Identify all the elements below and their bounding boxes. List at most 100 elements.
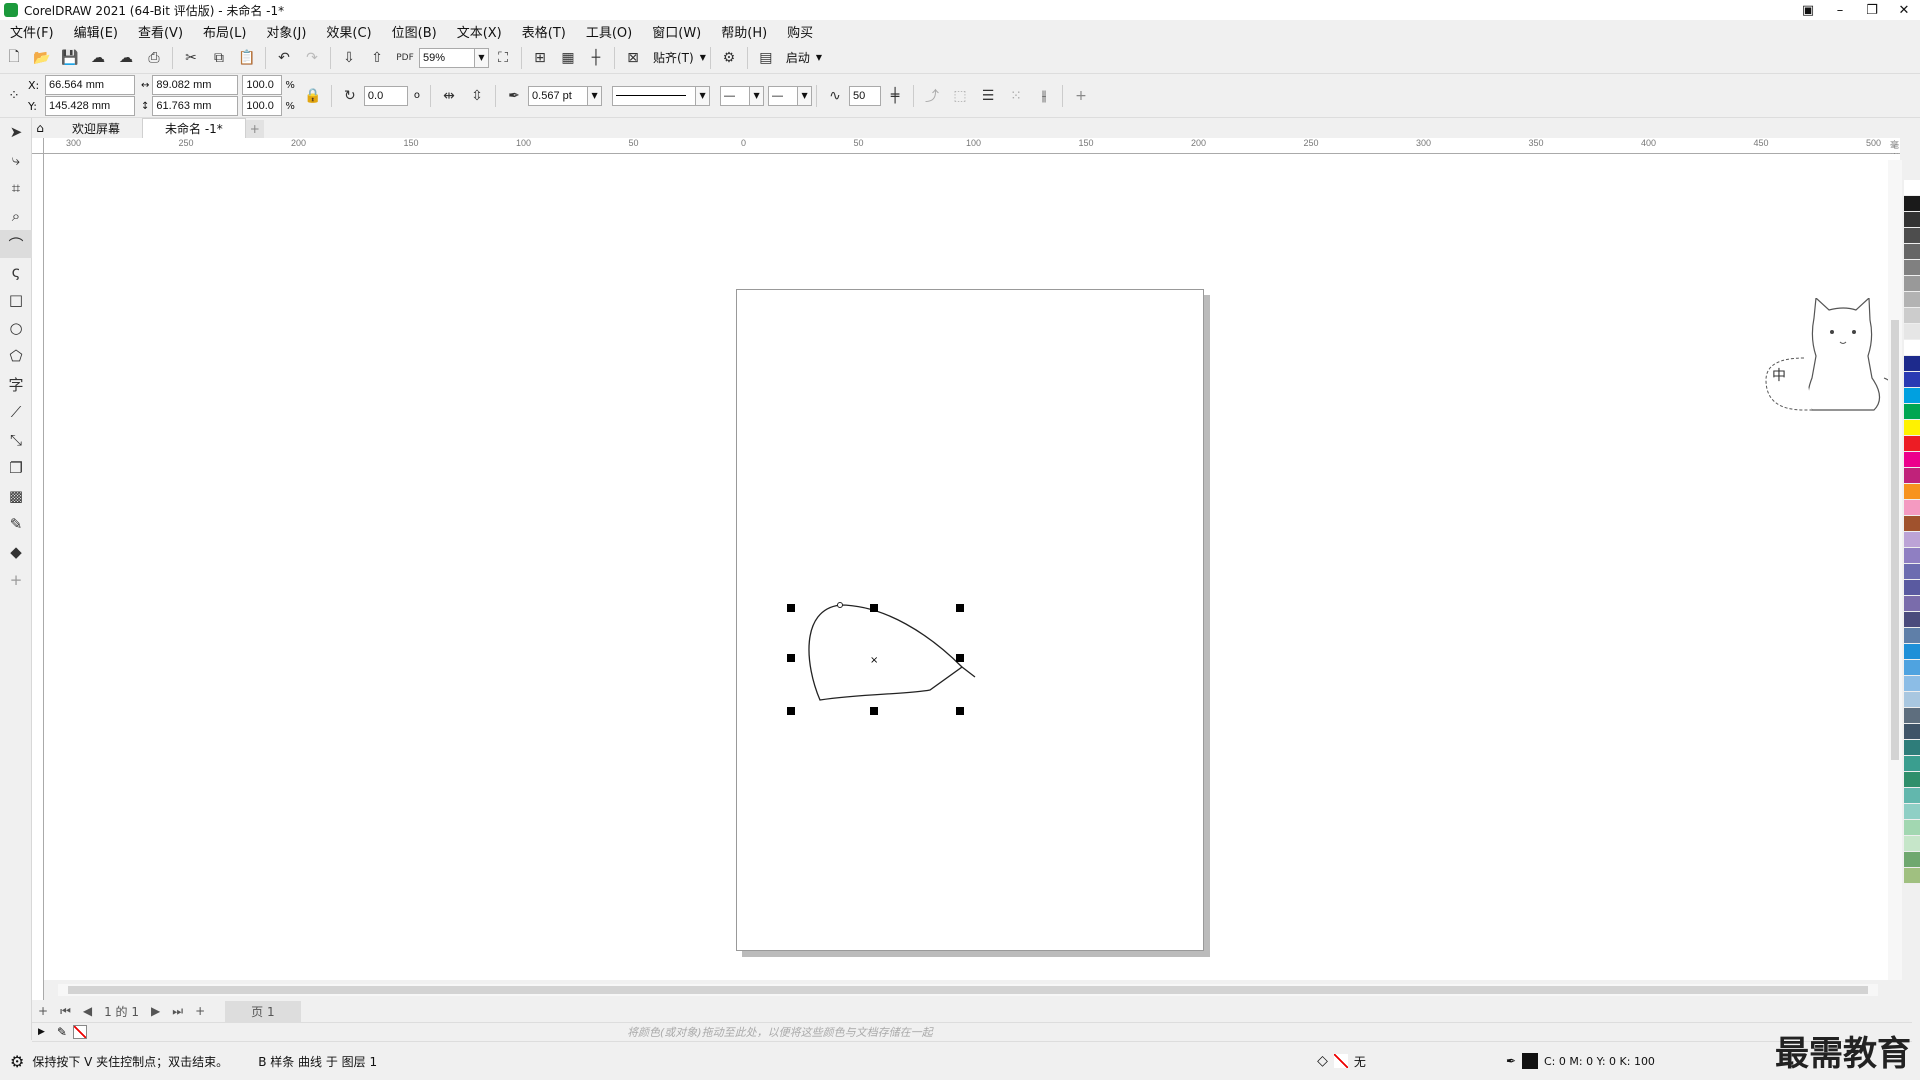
wrap-text-icon[interactable]: ☰ — [977, 85, 999, 107]
eyedropper-icon[interactable]: ✎ — [0, 510, 32, 538]
snap-to-menu[interactable]: 贴齐(T) — [653, 49, 694, 66]
menu-table[interactable]: 表格(T) — [512, 22, 576, 41]
color-swatch[interactable] — [1904, 692, 1920, 708]
color-swatch[interactable] — [1904, 708, 1920, 724]
color-swatch[interactable] — [1904, 612, 1920, 628]
copy-icon[interactable]: ⧉ — [208, 47, 230, 69]
color-swatch[interactable] — [1904, 292, 1920, 308]
tab-welcome[interactable]: 欢迎屏幕 — [50, 118, 142, 138]
import-icon[interactable]: ⇩ — [338, 47, 360, 69]
color-swatch[interactable] — [1904, 468, 1920, 484]
color-swatch[interactable] — [1904, 308, 1920, 324]
new-document-icon[interactable]: 🗋 — [3, 47, 25, 69]
next-page-icon[interactable]: ▶ — [151, 1004, 160, 1018]
line-style-select[interactable] — [612, 85, 697, 106]
menu-edit[interactable]: 编辑(E) — [64, 22, 128, 41]
color-swatch[interactable] — [1904, 244, 1920, 260]
undo-icon[interactable]: ↶ — [273, 47, 295, 69]
clamp-icon[interactable]: ⬚ — [949, 85, 971, 107]
menu-file[interactable]: 文件(F) — [0, 22, 64, 41]
color-swatch[interactable] — [1904, 372, 1920, 388]
line-style-dropdown[interactable]: ▼ — [696, 85, 711, 106]
text-tool-icon[interactable]: 字 — [0, 370, 32, 398]
crop-tool-icon[interactable]: ⌗ — [0, 174, 32, 202]
zoom-input[interactable]: 59% — [419, 47, 475, 68]
palette-expand-icon[interactable]: ▶ — [38, 1027, 45, 1037]
rectangle-tool-icon[interactable]: □ — [0, 286, 32, 314]
scale-y-input[interactable]: 100.0 — [242, 96, 283, 116]
last-page-icon[interactable]: ⏭ — [172, 1004, 183, 1019]
artistic-media-icon[interactable]: ς — [0, 258, 32, 286]
menu-effects[interactable]: 效果(C) — [316, 22, 381, 41]
drop-shadow-icon[interactable]: ❐ — [0, 454, 32, 482]
object-origin-icon[interactable]: ⁘ — [3, 85, 25, 107]
height-input[interactable]: 61.763 mm — [152, 96, 239, 116]
color-swatch[interactable] — [1904, 644, 1920, 660]
align-nodes-icon[interactable]: ⫲ — [1033, 85, 1055, 107]
fill-none-swatch[interactable] — [1333, 1054, 1348, 1068]
color-swatch[interactable] — [1904, 324, 1920, 340]
add-icon[interactable]: + — [1070, 85, 1092, 107]
color-swatch[interactable] — [1904, 196, 1920, 212]
rotation-input[interactable]: 0.0 — [363, 85, 408, 106]
start-arrow-select[interactable]: — — [720, 85, 751, 106]
close-button[interactable]: ✕ — [1888, 0, 1920, 20]
menu-bitmaps[interactable]: 位图(B) — [382, 22, 447, 41]
pick-tool-icon[interactable]: ➤ — [0, 118, 32, 146]
menu-window[interactable]: 窗口(W) — [642, 22, 711, 41]
color-swatch[interactable] — [1904, 212, 1920, 228]
mirror-horizontal-icon[interactable]: ⇹ — [438, 85, 460, 107]
color-swatch[interactable] — [1904, 484, 1920, 500]
outline-pen-icon[interactable]: ✒ — [1506, 1054, 1516, 1068]
chevron-down-icon[interactable]: ▼ — [700, 53, 706, 62]
color-swatch[interactable] — [1904, 676, 1920, 692]
color-swatch[interactable] — [1904, 500, 1920, 516]
pen-outline-icon[interactable]: ✒ — [503, 85, 525, 107]
add-tool-icon[interactable]: + — [0, 566, 32, 594]
fill-bucket-icon[interactable]: ◇ — [1317, 1053, 1328, 1069]
new-tab-icon[interactable]: + — [245, 120, 264, 138]
redo-icon[interactable]: ↷ — [301, 47, 323, 69]
color-swatch[interactable] — [1904, 388, 1920, 404]
rotate-icon[interactable]: ↻ — [339, 85, 361, 107]
maximize-button[interactable]: ❐ — [1856, 0, 1888, 20]
start-arrow-dropdown[interactable]: ▼ — [750, 85, 765, 106]
no-color-swatch[interactable] — [72, 1025, 87, 1039]
open-icon[interactable]: 📂 — [31, 47, 53, 69]
color-swatch[interactable] — [1904, 580, 1920, 596]
polygon-tool-icon[interactable]: ⬠ — [0, 342, 32, 370]
color-swatch[interactable] — [1904, 260, 1920, 276]
parallel-dimension-icon[interactable]: ⟋ — [0, 398, 32, 426]
vertical-scrollbar[interactable] — [1888, 160, 1902, 980]
menu-view[interactable]: 查看(V) — [128, 22, 193, 41]
guidelines-icon[interactable]: ┼ — [585, 47, 607, 69]
zoom-dropdown[interactable]: ▼ — [475, 47, 489, 68]
save-icon[interactable]: 💾 — [59, 47, 81, 69]
rulers-icon[interactable]: ⊞ — [529, 47, 551, 69]
tab-untitled[interactable]: 未命名 -1* — [142, 118, 246, 138]
paste-icon[interactable]: 📋 — [236, 47, 258, 69]
color-swatch[interactable] — [1904, 404, 1920, 420]
color-swatch[interactable] — [1904, 548, 1920, 564]
color-swatch[interactable] — [1904, 516, 1920, 532]
freehand-tool-icon[interactable]: ⌒ — [0, 230, 32, 258]
add-page-icon[interactable]: + — [38, 1004, 48, 1018]
color-palette[interactable] — [1904, 180, 1920, 1020]
color-swatch[interactable] — [1904, 788, 1920, 804]
scale-x-input[interactable]: 100.0 — [242, 75, 283, 95]
menu-text[interactable]: 文本(X) — [447, 22, 512, 41]
menu-layout[interactable]: 布局(L) — [193, 22, 256, 41]
color-swatch[interactable] — [1904, 740, 1920, 756]
color-swatch[interactable] — [1904, 628, 1920, 644]
color-swatch[interactable] — [1904, 660, 1920, 676]
cloud-download-icon[interactable]: ☁ — [87, 47, 109, 69]
smoothing-input[interactable]: 50 — [849, 85, 882, 106]
selected-curve-object[interactable]: × — [780, 580, 1000, 730]
vertical-ruler[interactable] — [32, 154, 44, 1000]
cloud-upload-icon[interactable]: ☁ — [115, 47, 137, 69]
snap-off-icon[interactable]: ⊠ — [622, 47, 644, 69]
transparency-icon[interactable]: ▩ — [0, 482, 32, 510]
close-curve-icon[interactable]: ⤴ — [921, 85, 943, 107]
color-swatch[interactable] — [1904, 564, 1920, 580]
zoom-tool-icon[interactable]: ⌕ — [0, 202, 32, 230]
